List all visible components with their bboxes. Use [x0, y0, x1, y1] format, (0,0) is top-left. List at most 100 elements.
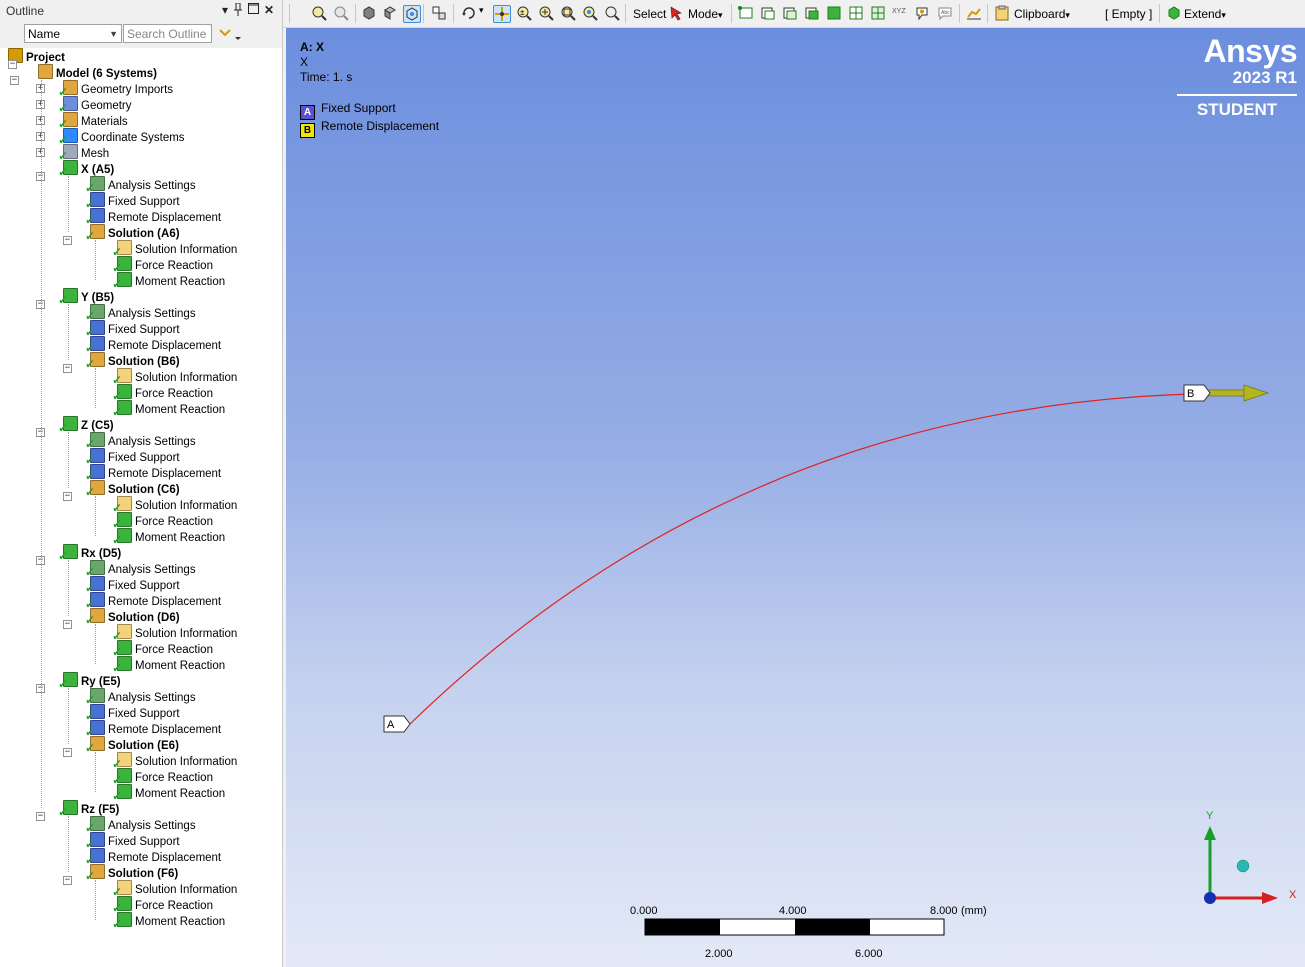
rotate-dropdown-icon[interactable]: ▾ [479, 5, 484, 16]
close-icon[interactable]: ✕ [264, 3, 274, 17]
face-select-icon[interactable] [782, 5, 798, 21]
tree-node[interactable]: Geometry Imports [63, 80, 173, 96]
tree-node[interactable]: Fixed Support [90, 192, 180, 208]
zoom-icon[interactable]: ± [516, 5, 532, 21]
element-select-icon[interactable] [870, 5, 886, 21]
isometric-view-ball[interactable] [1236, 859, 1250, 873]
edge-select-icon[interactable] [760, 5, 776, 21]
tree-node[interactable]: Moment Reaction [117, 656, 225, 672]
face-icon[interactable] [382, 5, 398, 21]
tree-node[interactable]: Moment Reaction [117, 784, 225, 800]
tree-node[interactable]: Remote Displacement [90, 464, 221, 480]
collapse-toggle-icon[interactable]: − [63, 236, 72, 245]
magnifier-icon[interactable] [604, 5, 620, 21]
tree-node[interactable]: Remote Displacement [90, 336, 221, 352]
clipboard-icon[interactable] [994, 5, 1010, 21]
tree-node[interactable]: Analysis Settings [90, 432, 196, 448]
extend-dropdown[interactable]: Extend▾ [1184, 7, 1226, 21]
element-face-select-icon[interactable] [848, 5, 864, 21]
body-select-icon[interactable] [804, 5, 820, 21]
rotate-icon[interactable] [461, 5, 477, 21]
tree-node[interactable]: Solution (E6) [90, 736, 179, 752]
tree-node[interactable]: Force Reaction [117, 512, 213, 528]
select-label[interactable]: Select [633, 7, 666, 21]
tree-node[interactable]: Z (C5) [63, 416, 114, 432]
dropdown-icon[interactable]: ▾ [222, 3, 228, 17]
collapse-toggle-icon[interactable]: − [63, 876, 72, 885]
zoom-to-fit-icon[interactable] [560, 5, 576, 21]
tree-node[interactable]: Solution (F6) [90, 864, 178, 880]
search-outline-input[interactable]: Search Outline [123, 24, 212, 43]
tree-node[interactable]: Analysis Settings [90, 688, 196, 704]
node-select-icon[interactable] [826, 5, 842, 21]
chart-icon[interactable] [966, 5, 982, 21]
tree-node[interactable]: Moment Reaction [117, 528, 225, 544]
tree-node[interactable]: Coordinate Systems [63, 128, 185, 144]
zoom-selection-icon[interactable] [582, 5, 598, 21]
vertex-select-icon[interactable] [738, 5, 754, 21]
tree-node[interactable]: Moment Reaction [117, 400, 225, 416]
zoom-out-icon[interactable] [333, 5, 349, 21]
tree-node[interactable]: Fixed Support [90, 704, 180, 720]
tree-node[interactable]: Geometry [63, 96, 132, 112]
zoom-box-icon[interactable] [311, 5, 327, 21]
tree-node[interactable]: Analysis Settings [90, 176, 196, 192]
zoom-in-icon[interactable] [538, 5, 554, 21]
tree-node[interactable]: Solution (C6) [90, 480, 180, 496]
pin-icon[interactable] [233, 2, 243, 19]
tree-node[interactable]: Mesh [63, 144, 109, 160]
tree-node[interactable]: Moment Reaction [117, 912, 225, 928]
tree-node[interactable]: Solution (D6) [90, 608, 180, 624]
tree-node[interactable]: Remote Displacement [90, 720, 221, 736]
tree-node[interactable]: Fixed Support [90, 448, 180, 464]
tree-node[interactable]: Solution (B6) [90, 352, 180, 368]
tree-node[interactable]: Analysis Settings [90, 560, 196, 576]
tree-node[interactable]: Analysis Settings [90, 816, 196, 832]
node-coordinates-icon[interactable]: XYZ [892, 5, 908, 21]
tree-node[interactable]: Remote Displacement [90, 848, 221, 864]
tree-node[interactable]: Model (6 Systems) [38, 64, 157, 80]
tree-node[interactable]: Materials [63, 112, 128, 128]
tree-node[interactable]: Y (B5) [63, 288, 114, 304]
tree-node[interactable]: Solution Information [117, 880, 237, 896]
body-icon[interactable] [361, 5, 377, 21]
mode-dropdown[interactable]: Mode▾ [688, 7, 723, 21]
tree-node[interactable]: Force Reaction [117, 768, 213, 784]
collapse-toggle-icon[interactable]: − [10, 76, 19, 85]
tree-node[interactable]: Ry (E5) [63, 672, 121, 688]
tree-node[interactable]: Force Reaction [117, 640, 213, 656]
extend-icon[interactable] [1166, 5, 1182, 21]
tree-node[interactable]: Force Reaction [117, 896, 213, 912]
tree-node[interactable]: Rx (D5) [63, 544, 121, 560]
tree-node[interactable]: Solution Information [117, 624, 237, 640]
probe-icon[interactable] [914, 5, 930, 21]
tree-node[interactable]: Remote Displacement [90, 208, 221, 224]
filter-options-icon[interactable] [218, 25, 242, 46]
collapse-toggle-icon[interactable]: − [63, 364, 72, 373]
collapse-toggle-icon[interactable]: − [63, 748, 72, 757]
name-filter-select[interactable]: Name ▼ [24, 24, 122, 43]
collapse-toggle-icon[interactable]: − [63, 492, 72, 501]
graphics-viewport[interactable]: A: X X Time: 1. s A Fixed Support B Remote… [286, 28, 1305, 967]
label-icon[interactable]: Abc [937, 5, 953, 21]
pan-icon[interactable] [493, 5, 511, 23]
tree-node[interactable]: Solution Information [117, 240, 237, 256]
tree-node[interactable]: X (A5) [63, 160, 114, 176]
tree-node[interactable]: Solution Information [117, 496, 237, 512]
tree-node[interactable]: Analysis Settings [90, 304, 196, 320]
maximize-icon[interactable] [248, 3, 259, 17]
marker-a[interactable]: A [383, 715, 411, 733]
tree-node[interactable]: Force Reaction [117, 384, 213, 400]
wireframe-icon[interactable] [403, 5, 421, 23]
tree-node[interactable]: Fixed Support [90, 320, 180, 336]
tree-node[interactable]: Fixed Support [90, 832, 180, 848]
collapse-toggle-icon[interactable]: − [36, 812, 45, 821]
tree-node[interactable]: Moment Reaction [117, 272, 225, 288]
tree-node[interactable]: Solution (A6) [90, 224, 180, 240]
marker-b[interactable]: B [1183, 384, 1211, 402]
clipboard-dropdown[interactable]: Clipboard▾ [1014, 7, 1070, 21]
tree-node[interactable]: Force Reaction [117, 256, 213, 272]
select-mode-icon[interactable] [669, 5, 685, 21]
tree-node[interactable]: Fixed Support [90, 576, 180, 592]
tree-node[interactable]: Remote Displacement [90, 592, 221, 608]
